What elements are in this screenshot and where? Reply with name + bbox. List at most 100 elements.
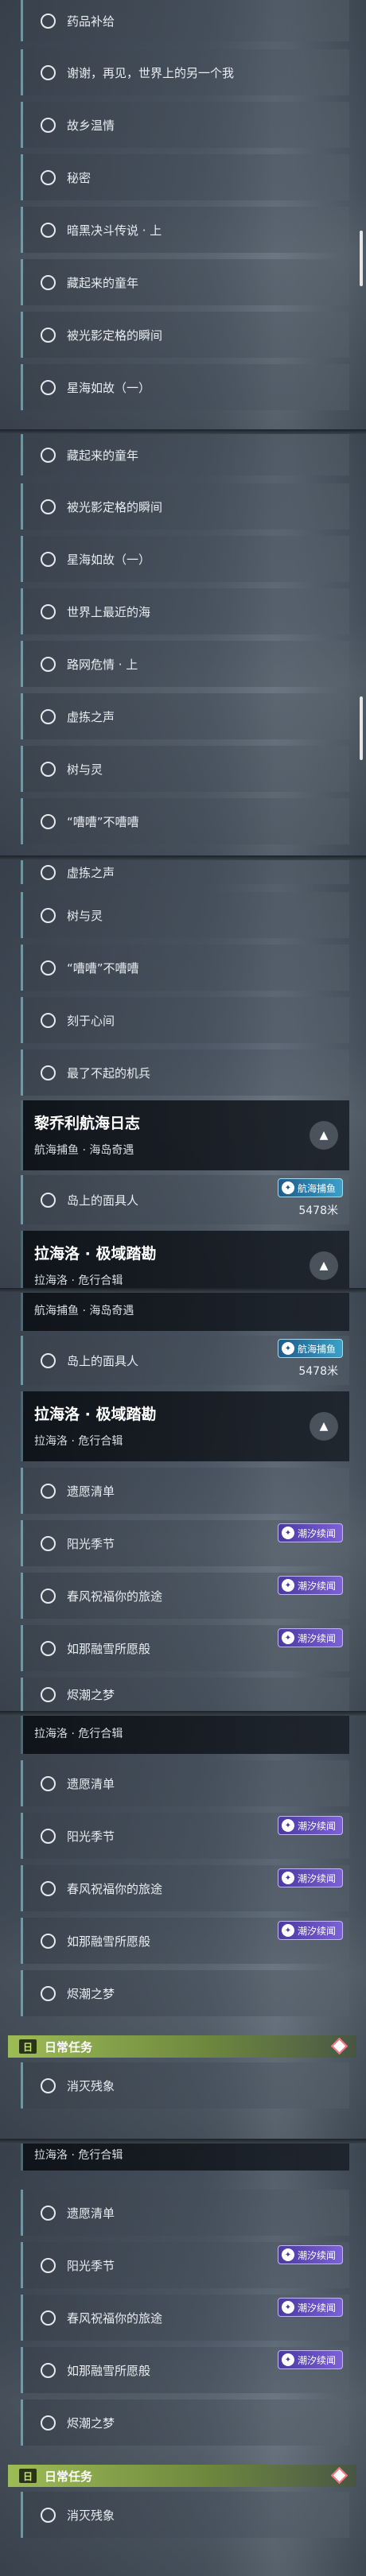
- status-circle-icon: [41, 2205, 56, 2221]
- tag-label: 潮汐续闻: [297, 1632, 336, 1644]
- quest-label: 秘密: [67, 170, 92, 185]
- quest-label: 路网危情 · 上: [67, 657, 138, 672]
- daily-task-header[interactable]: 日 日常任务: [8, 2035, 356, 2058]
- quest-row[interactable]: 阳光季节 ✦ 潮汐续闻: [21, 1520, 349, 1566]
- event-tag: ✦ 潮汐续闻: [277, 1628, 343, 1647]
- status-circle-icon: [41, 2310, 56, 2326]
- status-circle-icon: [41, 864, 56, 880]
- status-circle-icon: [41, 1686, 56, 1702]
- tag-icon: ✦: [281, 1579, 294, 1592]
- quest-group-subtitle: 航海捕鱼 · 海岛奇遇: [34, 1144, 134, 1157]
- quest-row[interactable]: 被光影定格的瞬间: [21, 483, 349, 530]
- quest-label: 烬潮之梦: [67, 1986, 115, 2001]
- scrollbar-thumb[interactable]: [360, 696, 363, 760]
- quest-row[interactable]: 星海如故（一）: [21, 536, 349, 582]
- quest-row[interactable]: 消灭残象: [21, 2062, 349, 2109]
- quest-row[interactable]: 藏起来的童年: [21, 434, 349, 475]
- quest-label: 被光影定格的瞬间: [67, 499, 163, 514]
- quest-row[interactable]: 如那融雪所愿般 ✦ 潮汐续闻: [21, 2347, 349, 2393]
- event-tag: ✦ 潮汐续闻: [277, 1523, 343, 1542]
- quest-group-header[interactable]: 黎乔利航海日志 航海捕鱼 · 海岛奇遇: [21, 1293, 349, 1331]
- status-circle-icon: [41, 2507, 56, 2523]
- status-circle-icon: [41, 813, 56, 829]
- quest-row[interactable]: 药品补给: [21, 0, 349, 41]
- tag-icon: ✦: [281, 1924, 294, 1937]
- quest-group-header[interactable]: 拉海洛 · 极域踏勘 拉海洛 · 危行合辑 ▲: [21, 1391, 349, 1461]
- quest-row[interactable]: 藏起来的童年: [21, 259, 349, 305]
- quest-row[interactable]: 星海如故（一）: [21, 364, 349, 410]
- quest-row[interactable]: 消灭残象: [21, 2492, 349, 2538]
- quest-row[interactable]: 如那融雪所愿般 ✦ 潮汐续闻: [21, 1918, 349, 1964]
- quest-group-header[interactable]: 拉海洛 · 极域踏勘 拉海洛 · 危行合辑: [21, 1716, 349, 1754]
- status-circle-icon: [41, 327, 56, 343]
- quest-row[interactable]: 岛上的面具人 ✦ 航海捕鱼 5478米: [21, 1336, 349, 1385]
- status-circle-icon: [41, 13, 56, 29]
- quest-row[interactable]: 被光影定格的瞬间: [21, 312, 349, 358]
- status-circle-icon: [41, 1933, 56, 1949]
- quest-group-subtitle: 航海捕鱼 · 海岛奇遇: [34, 1305, 134, 1317]
- status-circle-icon: [41, 447, 56, 463]
- quest-row[interactable]: 秘密: [21, 154, 349, 200]
- quest-list-panel-6: 拉海洛 · 危行合辑 遗愿清单 阳光季节 ✦ 潮汐续闻 春风祝福你的旅途 ✦ 潮汐续…: [0, 2143, 366, 2576]
- daily-task-label: 日常任务: [45, 2039, 93, 2054]
- collapse-icon[interactable]: ▲: [310, 1412, 338, 1441]
- quest-group-subtitle: 拉海洛 · 危行合辑: [34, 2149, 123, 2162]
- tag-label: 潮汐续闻: [297, 1580, 336, 1592]
- status-circle-icon: [41, 499, 56, 514]
- quest-row[interactable]: 谢谢，再见，世界上的另一个我: [21, 49, 349, 95]
- status-circle-icon: [41, 551, 56, 567]
- quest-row[interactable]: 最了不起的机兵: [21, 1049, 349, 1096]
- quest-group-header[interactable]: 拉海洛 · 极域踏勘 拉海洛 · 危行合辑 ▲: [21, 1231, 349, 1288]
- quest-row[interactable]: 世界上最近的海: [21, 588, 349, 634]
- quest-row[interactable]: “嘈嘈”不嘈嘈: [21, 798, 349, 844]
- quest-row[interactable]: 虚拣之声: [21, 693, 349, 739]
- quest-row[interactable]: 烬潮之梦: [21, 1970, 349, 2016]
- status-circle-icon: [41, 960, 56, 976]
- quest-label: 藏起来的童年: [67, 448, 139, 463]
- quest-label: 消灭残象: [67, 2508, 115, 2523]
- quest-row[interactable]: 遗愿清单: [21, 1760, 349, 1806]
- quest-label: 春风祝福你的旅途: [67, 1881, 163, 1896]
- quest-row[interactable]: 虚拣之声: [21, 860, 349, 884]
- status-circle-icon: [41, 1192, 56, 1208]
- quest-row[interactable]: 春风祝福你的旅途 ✦ 潮汐续闻: [21, 2295, 349, 2341]
- quest-row[interactable]: 故乡温情: [21, 102, 349, 148]
- quest-row[interactable]: 阳光季节 ✦ 潮汐续闻: [21, 1813, 349, 1859]
- quest-label: 遗愿清单: [67, 1484, 115, 1499]
- scrollbar-thumb[interactable]: [360, 231, 363, 286]
- quest-row[interactable]: 春风祝福你的旅途 ✦ 潮汐续闻: [21, 1573, 349, 1619]
- tag-label: 潮汐续闻: [297, 2354, 336, 2366]
- quest-row[interactable]: 烬潮之梦: [21, 2399, 349, 2446]
- quest-row[interactable]: 暗黑决斗传说 · 上: [21, 207, 349, 253]
- quest-row[interactable]: 阳光季节 ✦ 潮汐续闻: [21, 2242, 349, 2288]
- calendar-icon: 日: [19, 2469, 37, 2483]
- quest-row[interactable]: 树与灵: [21, 746, 349, 792]
- quest-group-header[interactable]: 黎乔利航海日志 航海捕鱼 · 海岛奇遇 ▲: [21, 1100, 349, 1170]
- tag-icon: ✦: [281, 1819, 294, 1832]
- quest-group-subtitle: 拉海洛 · 危行合辑: [34, 1728, 123, 1740]
- status-circle-icon: [41, 1828, 56, 1844]
- quest-label: 故乡温情: [67, 118, 115, 133]
- quest-row[interactable]: 遗愿清单: [21, 1468, 349, 1514]
- quest-row[interactable]: 春风祝福你的旅途 ✦ 潮汐续闻: [21, 1865, 349, 1911]
- collapse-icon[interactable]: ▲: [310, 1251, 338, 1280]
- status-circle-icon: [41, 1588, 56, 1604]
- quest-row[interactable]: 遗愿清单: [21, 2190, 349, 2236]
- status-circle-icon: [41, 2077, 56, 2093]
- event-tag: ✦ 潮汐续闻: [277, 1576, 343, 1595]
- quest-row[interactable]: 岛上的面具人 ✦ 航海捕鱼 5478米: [21, 1175, 349, 1224]
- daily-task-label: 日常任务: [45, 2469, 93, 2484]
- quest-group-header[interactable]: 拉海洛 · 危行合辑: [21, 2143, 349, 2171]
- quest-label: 星海如故（一）: [67, 552, 151, 567]
- quest-label: 岛上的面具人: [67, 1193, 139, 1208]
- quest-row[interactable]: 烬潮之梦: [21, 1678, 349, 1711]
- quest-row[interactable]: 刻于心间: [21, 997, 349, 1043]
- quest-row[interactable]: 树与灵: [21, 892, 349, 938]
- quest-row[interactable]: 如那融雪所愿般 ✦ 潮汐续闻: [21, 1625, 349, 1671]
- quest-row[interactable]: 路网危情 · 上: [21, 641, 349, 687]
- tag-label: 潮汐续闻: [297, 1527, 336, 1539]
- quest-label: 岛上的面具人: [67, 1353, 139, 1368]
- daily-task-header[interactable]: 日 日常任务: [8, 2465, 356, 2487]
- quest-row[interactable]: “嘈嘈”不嘈嘈: [21, 945, 349, 991]
- collapse-icon[interactable]: ▲: [310, 1121, 338, 1150]
